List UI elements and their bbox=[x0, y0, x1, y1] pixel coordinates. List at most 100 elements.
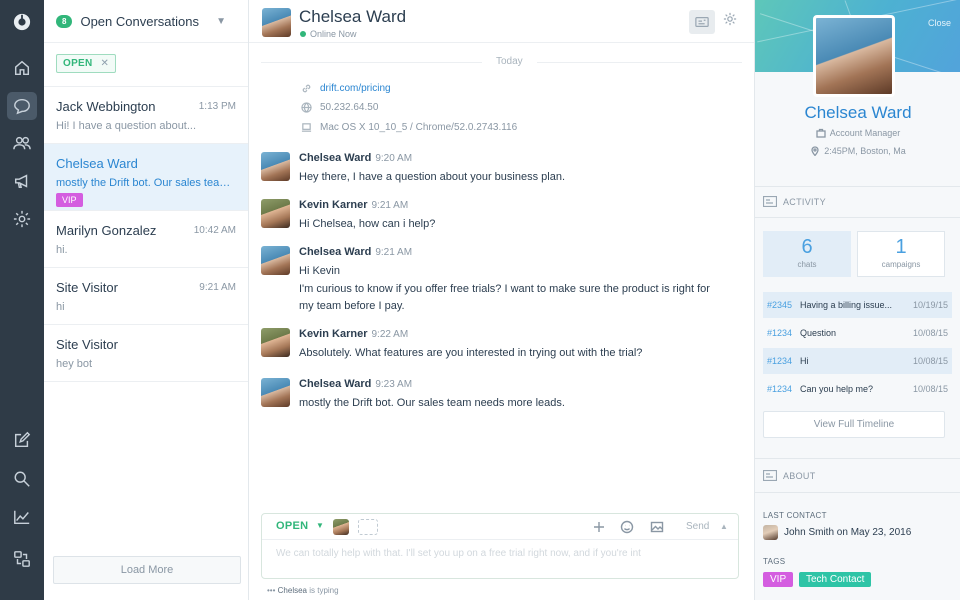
chevron-up-icon[interactable]: ▲ bbox=[720, 522, 728, 531]
last-contact-label: LAST CONTACT bbox=[763, 511, 827, 520]
profile-name: Chelsea Ward bbox=[804, 103, 912, 122]
message-time: 9:23 AM bbox=[375, 379, 413, 390]
message-composer: OPEN ▼ Send ▲ bbox=[261, 513, 739, 579]
conversation-preview: hi bbox=[56, 301, 65, 313]
campaigns-megaphone-icon[interactable] bbox=[7, 167, 37, 195]
stat-label: chats bbox=[797, 260, 817, 269]
emoji-icon[interactable] bbox=[620, 520, 634, 534]
conversation-item[interactable]: Marilyn Gonzalez 10:42 AM hi. bbox=[44, 211, 248, 268]
timeline-row[interactable]: #1234 Can you help me? 10/08/15 bbox=[763, 376, 952, 402]
conversation-time: 10:42 AM bbox=[193, 225, 236, 236]
message-input[interactable] bbox=[276, 548, 726, 570]
profile-role: Account Manager bbox=[755, 128, 960, 138]
message-line: my team before I pay. bbox=[299, 300, 405, 312]
conversation-list-header[interactable]: 8 Open Conversations ▼ bbox=[44, 0, 248, 43]
chat-panel: Chelsea Ward Online Now Today drift.com/… bbox=[249, 0, 754, 600]
reports-chart-icon[interactable] bbox=[7, 503, 37, 531]
conversation-filter-title[interactable]: Open Conversations bbox=[80, 14, 216, 29]
remove-filter-close-icon[interactable]: ✕ bbox=[101, 58, 110, 69]
message-time: 9:20 AM bbox=[375, 153, 413, 164]
author-name: Kevin Karner bbox=[299, 199, 368, 211]
timeline-id: #1234 bbox=[767, 356, 793, 366]
about-heading-text: ABOUT bbox=[783, 470, 816, 481]
conversation-item[interactable]: Site Visitor 9:21 AM hi bbox=[44, 268, 248, 325]
conversation-status-dropdown[interactable]: OPEN bbox=[276, 520, 308, 532]
gear-icon bbox=[723, 12, 737, 26]
nav-rail bbox=[0, 0, 44, 600]
switch-apps-icon[interactable] bbox=[7, 545, 37, 573]
conversation-list-panel: 8 Open Conversations ▼ OPEN ✕ Jack Webbi… bbox=[44, 0, 249, 600]
message-author: Chelsea Ward 9:23 AM bbox=[299, 378, 412, 390]
message-avatar bbox=[261, 378, 290, 407]
chat-settings-button[interactable] bbox=[723, 12, 741, 32]
timeline-row[interactable]: #1234 Hi 10/08/15 bbox=[763, 348, 952, 374]
assignee-avatar[interactable] bbox=[333, 519, 349, 535]
message-text: Hi Chelsea, how can i help? bbox=[299, 218, 436, 230]
contacts-icon[interactable] bbox=[7, 129, 37, 157]
home-icon[interactable] bbox=[7, 54, 37, 82]
search-icon[interactable] bbox=[7, 465, 37, 493]
load-more-button[interactable]: Load More bbox=[53, 556, 241, 584]
contact-card-button[interactable] bbox=[689, 10, 715, 34]
close-panel-button[interactable]: Close bbox=[928, 18, 951, 28]
conversation-item[interactable]: Site Visitor hey bot bbox=[44, 325, 248, 382]
stat-value: 1 bbox=[895, 236, 907, 258]
timeline-id: #2345 bbox=[767, 300, 793, 310]
tag-tech-contact[interactable]: Tech Contact bbox=[799, 572, 872, 587]
conversations-icon[interactable] bbox=[7, 92, 37, 120]
timeline-subject: Question bbox=[800, 328, 837, 338]
profile-location: 2:45PM, Boston, Ma bbox=[755, 146, 960, 157]
message-author: Chelsea Ward 9:20 AM bbox=[299, 152, 412, 164]
add-participant-button[interactable] bbox=[358, 519, 378, 535]
timeline-row[interactable]: #1234 Question 10/08/15 bbox=[763, 320, 952, 346]
conversation-time: 9:21 AM bbox=[199, 282, 236, 293]
plus-icon[interactable] bbox=[592, 520, 606, 534]
author-name: Chelsea Ward bbox=[299, 378, 372, 390]
chats-stat[interactable]: 6 chats bbox=[763, 231, 851, 277]
laptop-icon bbox=[301, 123, 312, 132]
visitor-page-url[interactable]: drift.com/pricing bbox=[301, 83, 391, 94]
conversation-preview: hi. bbox=[56, 244, 68, 256]
drift-logo-icon[interactable] bbox=[7, 8, 37, 36]
timeline-date: 10/19/15 bbox=[912, 300, 948, 310]
message-time: 9:22 AM bbox=[371, 329, 409, 340]
open-count-badge: 8 bbox=[56, 14, 73, 28]
message-time: 9:21 AM bbox=[371, 200, 409, 211]
send-button[interactable]: Send bbox=[686, 521, 709, 532]
section-divider bbox=[755, 492, 960, 493]
settings-gear-icon[interactable] bbox=[7, 205, 37, 233]
conversation-preview: Hi! I have a question about... bbox=[56, 120, 197, 132]
contact-name[interactable]: Chelsea Ward bbox=[299, 7, 406, 27]
contact-avatar[interactable] bbox=[262, 8, 291, 37]
message-text: Hey there, I have a question about your … bbox=[299, 171, 566, 183]
activity-heading-text: ACTIVITY bbox=[783, 196, 826, 207]
stat-label: campaigns bbox=[881, 260, 921, 269]
timeline-id: #1234 bbox=[767, 384, 793, 394]
last-contact-text: John Smith on May 23, 2016 bbox=[784, 527, 912, 538]
timeline-id: #1234 bbox=[767, 328, 793, 338]
profile-location-text: 2:45PM, Boston, Ma bbox=[824, 146, 906, 156]
section-divider bbox=[755, 458, 960, 459]
message-author: Chelsea Ward 9:21 AM bbox=[299, 246, 412, 258]
typing-text: is typing bbox=[307, 586, 339, 595]
conversation-item-selected[interactable]: Chelsea Ward mostly the Drift bot. Our s… bbox=[44, 144, 248, 211]
author-name: Chelsea Ward bbox=[299, 246, 372, 258]
activity-card-icon bbox=[763, 196, 777, 207]
tag-vip[interactable]: VIP bbox=[763, 572, 794, 587]
last-contact-avatar bbox=[763, 525, 778, 540]
view-full-timeline-button[interactable]: View Full Timeline bbox=[763, 411, 945, 438]
message-time: 9:21 AM bbox=[375, 247, 413, 258]
open-filter-chip[interactable]: OPEN ✕ bbox=[56, 54, 117, 73]
conversation-item[interactable]: Jack Webbington 1:13 PM Hi! I have a que… bbox=[44, 87, 248, 144]
chevron-down-icon[interactable]: ▼ bbox=[316, 521, 324, 530]
campaigns-stat[interactable]: 1 campaigns bbox=[857, 231, 945, 277]
compose-icon[interactable] bbox=[7, 426, 37, 454]
section-divider bbox=[755, 217, 960, 218]
timeline-row[interactable]: #2345 Having a billing issue... 10/19/15 bbox=[763, 292, 952, 318]
profile-avatar bbox=[813, 15, 895, 97]
message-avatar bbox=[261, 246, 290, 275]
timeline-date: 10/08/15 bbox=[912, 356, 948, 366]
about-heading: ABOUT bbox=[763, 470, 816, 481]
chevron-down-icon[interactable]: ▼ bbox=[216, 16, 226, 27]
image-attach-icon[interactable] bbox=[650, 520, 664, 534]
